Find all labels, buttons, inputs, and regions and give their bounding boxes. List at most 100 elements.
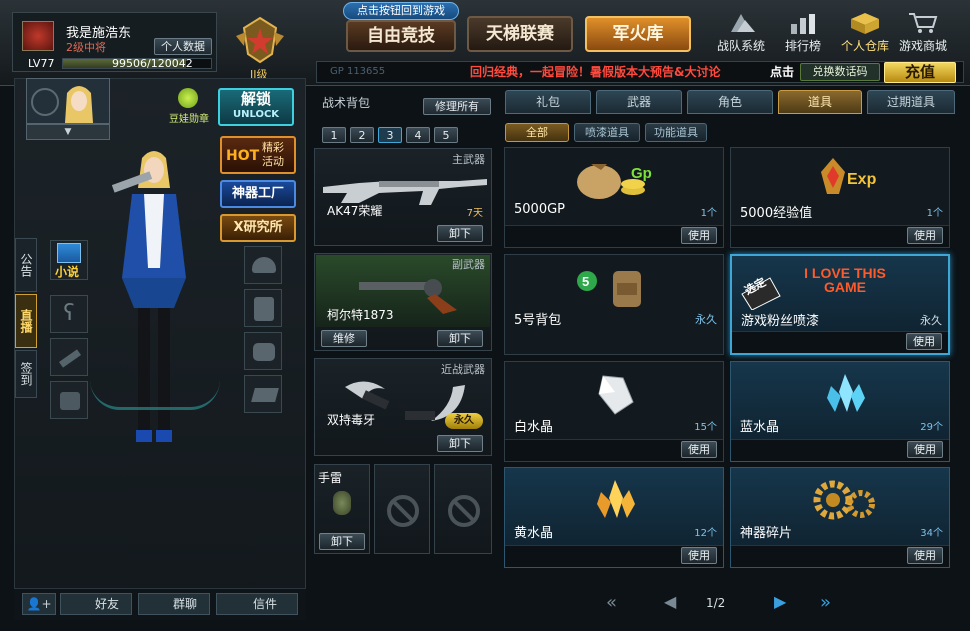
leaderboard-nav[interactable]: 排行榜 [776,12,830,56]
tab-characters[interactable]: 角色 [687,90,773,114]
unlock-sublabel: UNLOCK [232,109,280,120]
exp-icon: Exp [809,154,909,200]
unequip-grenade-button[interactable]: 卸下 [319,533,365,550]
mail-button[interactable]: 信件 [216,593,298,615]
rank-badge-icon[interactable] [232,16,288,64]
pet-slot[interactable]: ʕ [50,295,88,333]
first-page-icon[interactable]: « [606,592,617,613]
hot-events-button[interactable]: HOT 精彩活动 [220,136,296,174]
item-action-bar: 使用 [505,225,723,247]
personal-warehouse-nav[interactable]: 个人仓库 [836,12,894,56]
gloves-slot[interactable] [244,332,282,370]
game-store-nav[interactable]: 游戏商城 [894,12,952,56]
rotate-arrow-icon[interactable] [90,380,220,410]
repair-all-button[interactable]: 修理所有 [423,98,491,115]
page-tab-1[interactable]: 1 [322,127,346,143]
artifact-factory-button[interactable]: 神器工厂 [220,180,296,208]
grenade-slot[interactable]: 手雷 卸下 [314,464,370,554]
use-button[interactable]: 使用 [907,441,943,458]
friends-button[interactable]: 好友 [60,593,132,615]
novel-label: 小说 [55,265,80,279]
item-count: 1个 [926,208,943,219]
subtab-all[interactable]: 全部 [505,123,569,142]
character-portrait[interactable] [26,78,110,124]
news-text[interactable]: 回归经典，一起冒险！暑假版本大预告&大讨论 [470,63,720,80]
unequip-secondary-button[interactable]: 卸下 [437,330,483,347]
group-chat-button[interactable]: 群聊 [138,593,210,615]
page-tab-2[interactable]: 2 [350,127,374,143]
tab-expired[interactable]: 过期道具 [867,90,955,114]
x-lab-button[interactable]: X研究所 [220,214,296,242]
backpack-icon: 5 [575,265,655,311]
item-card[interactable]: 5 5号背包 永久 [504,254,724,355]
bag-slot[interactable] [50,381,88,419]
news-click[interactable]: 点击 [770,63,794,80]
flashlight-slot[interactable] [50,338,88,376]
friends-label: 好友 [95,597,120,611]
doll-medal-icon[interactable] [178,88,198,108]
free-match-button[interactable]: 自由竞技 [346,20,456,52]
use-button[interactable]: 使用 [681,441,717,458]
use-button[interactable]: 使用 [907,227,943,244]
melee-slot-label: 近战武器 [441,363,485,376]
book-icon [57,243,81,263]
item-name: 5000GP [514,202,565,217]
vest-slot[interactable] [244,289,282,327]
melee-weapon-slot[interactable]: 近战武器 双持毒牙 永久 卸下 [314,358,492,456]
secondary-weapon-slot[interactable]: 副武器 柯尔特1873 维修 卸下 [314,253,492,351]
helmet-slot[interactable] [244,246,282,284]
back-to-game-hint[interactable]: 点击按钮回到游戏 [343,2,459,20]
empty-slot-2[interactable] [434,464,492,554]
subtab-function[interactable]: 功能道具 [645,123,707,142]
page-tab-3[interactable]: 3 [378,127,402,143]
gp-balance: GP 113655 [330,66,386,77]
use-button[interactable]: 使用 [906,333,942,350]
item-name: 5000经验值 [740,206,813,221]
team-system-nav[interactable]: 战队系统 [714,12,768,56]
item-action-bar: 使用 [732,331,948,353]
avatar[interactable] [22,21,54,51]
next-page-icon[interactable]: ▶ [774,592,786,611]
repair-secondary-button[interactable]: 维修 [321,330,367,347]
side-tab-announcement[interactable]: 公告 [15,238,37,292]
item-card[interactable]: Gp 5000GP 1个 使用 [504,147,724,248]
side-tab-live[interactable]: 直播 [15,294,37,348]
last-page-icon[interactable]: » [820,592,831,613]
use-button[interactable]: 使用 [907,547,943,564]
page-tab-4[interactable]: 4 [406,127,430,143]
redeem-code-button[interactable]: 兑换数话码 [800,63,880,81]
item-card[interactable]: 蓝水晶 29个 使用 [730,361,950,462]
add-user-icon: 👤+ [26,597,52,611]
ladder-button[interactable]: 天梯联赛 [467,16,573,52]
portrait-expand-icon[interactable]: ▼ [26,124,110,140]
player-level: LV77 [28,57,55,70]
use-button[interactable]: 使用 [681,227,717,244]
tab-gift[interactable]: 礼包 [505,90,591,114]
add-friend-button[interactable]: 👤+ [22,593,56,615]
novel-slot[interactable]: 小说 [50,240,88,280]
recharge-button[interactable]: 充值 [884,62,956,83]
item-card[interactable]: 白水晶 15个 使用 [504,361,724,462]
item-card[interactable]: 神器碎片 34个 使用 [730,467,950,568]
side-tab-checkin[interactable]: 签到 [15,350,37,398]
unequip-primary-button[interactable]: 卸下 [437,225,483,242]
item-count: 15个 [694,422,717,433]
backpack-title: 战术背包 [322,96,371,110]
item-card-selected[interactable]: 选定 I LOVE THIS GAME 游戏粉丝喷漆 永久 使用 [730,254,950,355]
armory-button[interactable]: 军火库 [585,16,691,52]
item-card[interactable]: 黄水晶 12个 使用 [504,467,724,568]
subtab-spray[interactable]: 喷漆道具 [574,123,640,142]
primary-weapon-slot[interactable]: 主武器 AK47荣耀 7天 卸下 [314,148,492,246]
profile-button[interactable]: 个人数据 [154,38,212,55]
unlock-button[interactable]: 解锁 UNLOCK [218,88,294,126]
prev-page-icon[interactable]: ◀ [664,592,676,611]
tab-weapons[interactable]: 武器 [596,90,682,114]
unequip-melee-button[interactable]: 卸下 [437,435,483,452]
boots-slot[interactable] [244,375,282,413]
tab-items[interactable]: 道具 [778,90,862,114]
empty-slot-1[interactable] [374,464,430,554]
hot-label: HOT [226,148,260,164]
item-card[interactable]: Exp 5000经验值 1个 使用 [730,147,950,248]
page-tab-5[interactable]: 5 [434,127,458,143]
use-button[interactable]: 使用 [681,547,717,564]
